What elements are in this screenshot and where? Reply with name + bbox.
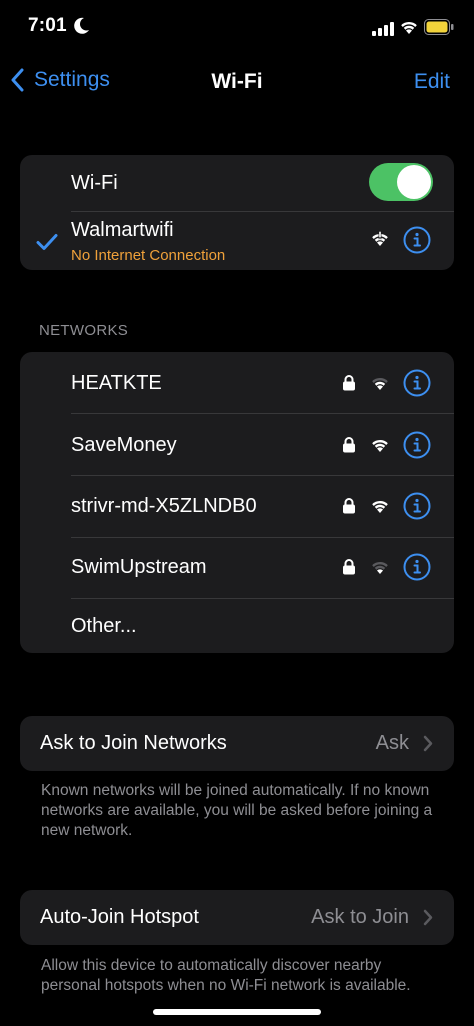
auto-join-hotspot-footnote: Allow this device to automatically disco… bbox=[41, 957, 411, 994]
wifi-icon bbox=[401, 21, 417, 34]
info-icon[interactable] bbox=[403, 369, 431, 397]
other-network-label: Other... bbox=[71, 615, 137, 637]
wifi-icon bbox=[372, 439, 388, 452]
wifi-toggle[interactable] bbox=[369, 163, 433, 201]
home-indicator[interactable] bbox=[153, 1009, 321, 1015]
lock-icon bbox=[343, 375, 355, 391]
connection-status: No Internet Connection bbox=[71, 247, 226, 264]
chevron-right-icon bbox=[423, 909, 433, 926]
wifi-icon bbox=[372, 377, 388, 390]
networks-group: HEATKTE SaveMoney strivr-md-X5ZLNDB0 Swi… bbox=[20, 352, 454, 653]
info-icon[interactable] bbox=[403, 553, 431, 581]
network-name: SaveMoney bbox=[71, 434, 177, 456]
battery-icon bbox=[424, 19, 454, 35]
chevron-right-icon bbox=[423, 735, 433, 752]
ask-to-join-row[interactable]: Ask to Join Networks Ask bbox=[20, 716, 454, 771]
ask-to-join-value: Ask bbox=[375, 732, 409, 754]
other-network-row[interactable]: Other... bbox=[20, 599, 454, 653]
moon-icon bbox=[74, 17, 89, 34]
auto-join-hotspot-label: Auto-Join Hotspot bbox=[40, 906, 199, 928]
info-icon[interactable] bbox=[403, 226, 431, 254]
network-name: SwimUpstream bbox=[71, 556, 207, 578]
lock-icon bbox=[343, 559, 355, 575]
wifi-no-internet-icon bbox=[372, 231, 388, 246]
info-icon[interactable] bbox=[403, 492, 431, 520]
status-time: 7:01 bbox=[28, 15, 67, 36]
lock-icon bbox=[343, 498, 355, 514]
network-name: strivr-md-X5ZLNDB0 bbox=[71, 495, 257, 517]
connected-network-row[interactable]: Walmartwifi No Internet Connection bbox=[20, 212, 454, 270]
info-icon[interactable] bbox=[403, 431, 431, 459]
network-row[interactable]: SwimUpstream bbox=[20, 538, 454, 599]
checkmark-icon bbox=[36, 234, 58, 250]
page-title: Wi-Fi bbox=[211, 70, 263, 93]
wifi-toggle-label: Wi-Fi bbox=[71, 172, 118, 194]
ask-to-join-footnote: Known networks will be joined automatica… bbox=[41, 782, 433, 839]
lock-icon bbox=[343, 437, 355, 453]
network-row[interactable]: HEATKTE bbox=[20, 352, 454, 413]
ask-to-join-label: Ask to Join Networks bbox=[40, 732, 227, 754]
wifi-icon bbox=[372, 500, 388, 513]
network-row[interactable]: strivr-md-X5ZLNDB0 bbox=[20, 476, 454, 537]
wifi-toggle-row: Wi-Fi bbox=[20, 155, 454, 211]
network-row[interactable]: SaveMoney bbox=[20, 414, 454, 475]
wifi-icon bbox=[372, 561, 388, 574]
wifi-group: Wi-Fi Walmartwifi No Internet Connection bbox=[20, 155, 454, 270]
auto-join-hotspot-value: Ask to Join bbox=[311, 906, 409, 928]
auto-join-hotspot-row[interactable]: Auto-Join Hotspot Ask to Join bbox=[20, 890, 454, 945]
edit-button[interactable]: Edit bbox=[414, 70, 450, 94]
network-name: HEATKTE bbox=[71, 372, 162, 394]
toggle-knob bbox=[397, 165, 431, 199]
connected-network-name: Walmartwifi bbox=[71, 219, 174, 241]
cellular-signal-icon bbox=[372, 22, 394, 36]
networks-section-header: NETWORKS bbox=[39, 322, 129, 339]
